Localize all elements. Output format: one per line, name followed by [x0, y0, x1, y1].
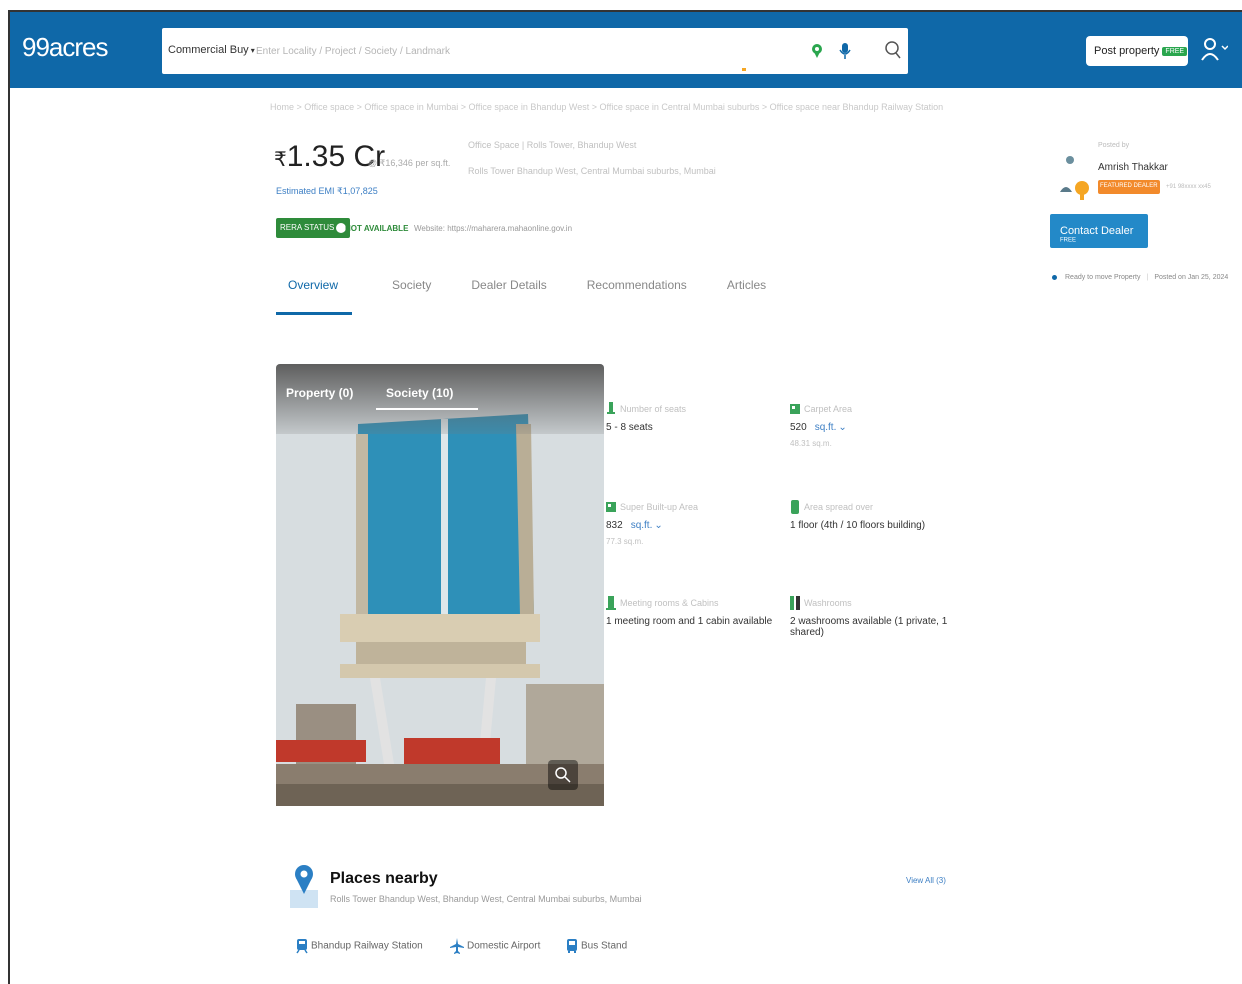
- site-logo[interactable]: 99acres: [22, 32, 108, 63]
- feature-super-area: Super Built-up Area 832 sq.ft. ⌄ 77.3 sq.m…: [606, 500, 698, 546]
- project-name: Office Space | Rolls Tower, Bhandup West: [468, 140, 637, 150]
- property-status-line: Ready to move Property | Posted on Jan 25,…: [1052, 274, 1228, 281]
- post-property-button[interactable]: Post property FREE: [1086, 36, 1188, 66]
- meeting-room-icon: [606, 596, 616, 610]
- feature-number: 520: [790, 422, 807, 433]
- separator: |: [1146, 274, 1149, 281]
- feature-label: Carpet Area: [804, 403, 853, 414]
- unit-dropdown[interactable]: sq.ft.: [631, 520, 653, 531]
- place-chip-airport[interactable]: Domestic Airport: [450, 938, 540, 954]
- place-chip-label: Domestic Airport: [467, 940, 541, 952]
- status-dot-icon: [1052, 274, 1057, 280]
- dealer-phone: +91 98xxxx xx45: [1166, 184, 1211, 190]
- search-icon[interactable]: [884, 40, 902, 60]
- feature-value: 2 washrooms available (1 private, 1 shar…: [790, 616, 948, 638]
- location-pin-icon: [290, 865, 318, 908]
- rera-value: NOT AVAILABLE: [345, 224, 409, 233]
- feature-value: 1 floor (4th / 10 floors building): [790, 520, 926, 531]
- airplane-icon: [450, 938, 464, 954]
- feature-value: 520 sq.ft. ⌄: [790, 422, 852, 433]
- feature-label: Meeting rooms & Cabins: [620, 597, 719, 608]
- feature-value: 832 sq.ft. ⌄: [606, 520, 698, 531]
- place-chip-label: Bus Stand: [581, 940, 628, 952]
- location-icon[interactable]: [810, 42, 824, 60]
- feature-label: Area spread over: [804, 501, 874, 512]
- feature-washrooms: Washrooms 2 washrooms available (1 priva…: [790, 596, 950, 638]
- ready-to-move-text: Ready to move Property: [1065, 274, 1141, 281]
- free-badge: FREE: [1162, 46, 1188, 56]
- top-header: 99acres Commercial Buy▾ Post propertyFRE…: [10, 12, 1242, 88]
- place-chip-railway[interactable]: Bhandup Railway Station: [296, 938, 423, 954]
- building-icon: [791, 500, 799, 514]
- tab-recommendations[interactable]: Recommendations: [587, 278, 687, 315]
- seat-icon: [607, 402, 615, 414]
- tab-society-photos[interactable]: Society (10): [386, 386, 453, 400]
- places-address: Rolls Tower Bhandup West, Bhandup West, …: [330, 894, 642, 904]
- orange-dot-decoration: [742, 68, 746, 71]
- featured-dealer-badge: FEATURED DEALER: [1098, 180, 1160, 194]
- train-icon: [296, 939, 308, 954]
- bus-icon: [567, 939, 577, 953]
- section-tabs: Overview Society Dealer Details Recommen…: [276, 278, 806, 315]
- contact-dealer-button[interactable]: Contact Dealer FREE: [1050, 214, 1148, 248]
- contact-dealer-label: Contact Dealer: [1060, 225, 1134, 237]
- user-icon[interactable]: [1200, 36, 1228, 62]
- place-chip-label: Bhandup Railway Station: [311, 940, 423, 952]
- tab-articles[interactable]: Articles: [727, 278, 766, 315]
- area-icon: [790, 404, 800, 414]
- area-icon: [606, 502, 616, 512]
- places-nearby-title: Places nearby: [330, 870, 438, 887]
- search-bar: Commercial Buy ▾: [162, 28, 908, 74]
- contact-free-badge: FREE: [1060, 237, 1077, 244]
- place-chip-bus[interactable]: Bus Stand: [566, 938, 627, 954]
- dealer-name[interactable]: Amrish Thakkar: [1098, 162, 1168, 173]
- post-property-label: Post property: [1094, 45, 1160, 57]
- view-all-link[interactable]: View All (3): [906, 876, 946, 885]
- mic-icon[interactable]: [838, 42, 852, 60]
- feature-subvalue: 48.31 sq.m.: [790, 439, 832, 448]
- tab-overview[interactable]: Overview: [276, 278, 353, 315]
- frame-border-left: [8, 10, 10, 984]
- price-per-sqft: @ ₹16,346 per sq.ft.: [368, 158, 451, 168]
- search-input[interactable]: [256, 40, 796, 62]
- dealer-avatar-icon: [1060, 156, 1089, 200]
- posted-date: Posted on Jan 25, 2024: [1154, 274, 1229, 281]
- photo-gallery[interactable]: Property (0) Society (10): [276, 364, 604, 806]
- feature-meeting-rooms: Meeting rooms & Cabins 1 meeting room an…: [606, 596, 772, 627]
- active-tab-underline: [376, 408, 478, 410]
- project-location: Rolls Tower Bhandup West, Central Mumbai…: [468, 166, 716, 176]
- feature-value: 5 - 8 seats: [606, 422, 653, 433]
- search-type-dropdown[interactable]: Commercial Buy ▾: [168, 44, 255, 56]
- breadcrumb[interactable]: Home > Office space > Office space in Mu…: [270, 102, 960, 112]
- rera-website[interactable]: Website: https://maharera.mahaonline.gov…: [414, 224, 572, 233]
- feature-floors: Area spread over 1 floor (4th / 10 floor…: [790, 500, 925, 531]
- chevron-down-icon[interactable]: ⌄: [654, 520, 662, 531]
- property-page: 99acres Commercial Buy▾ Post propertyFRE…: [0, 0, 1242, 984]
- washroom-icon: [790, 596, 800, 610]
- unit-dropdown[interactable]: sq.ft.: [815, 422, 837, 433]
- feature-carpet-area: Carpet Area 520 sq.ft. ⌄ 48.31 sq.m.: [790, 402, 852, 448]
- chevron-down-icon: ▾: [250, 46, 255, 55]
- feature-value: 1 meeting room and 1 cabin available: [606, 616, 773, 627]
- rera-status-label: RERA STATUS: [280, 223, 335, 233]
- tab-dealer-details[interactable]: Dealer Details: [471, 278, 546, 315]
- feature-label: Washrooms: [804, 597, 852, 608]
- feature-seats: Number of seats 5 - 8 seats: [606, 402, 686, 433]
- dealer-posted-by-label: Posted by: [1098, 142, 1130, 149]
- chevron-down-icon[interactable]: ⌄: [838, 422, 846, 433]
- feature-number: 832: [606, 520, 623, 531]
- search-type-label: Commercial Buy: [168, 44, 249, 56]
- feature-subvalue: 77.3 sq.m.: [606, 537, 644, 546]
- tab-society[interactable]: Society: [392, 278, 431, 315]
- rera-status-badge[interactable]: RERA STATUS: [276, 218, 351, 238]
- zoom-icon[interactable]: [548, 760, 578, 790]
- tab-property-photos[interactable]: Property (0): [286, 386, 353, 400]
- gallery-tab-bar: Property (0) Society (10): [276, 364, 604, 434]
- emi-link[interactable]: Estimated EMI ₹1,07,825: [276, 186, 378, 197]
- feature-label: Super Built-up Area: [620, 501, 699, 512]
- feature-label: Number of seats: [620, 403, 687, 414]
- currency-symbol: ₹: [274, 149, 287, 171]
